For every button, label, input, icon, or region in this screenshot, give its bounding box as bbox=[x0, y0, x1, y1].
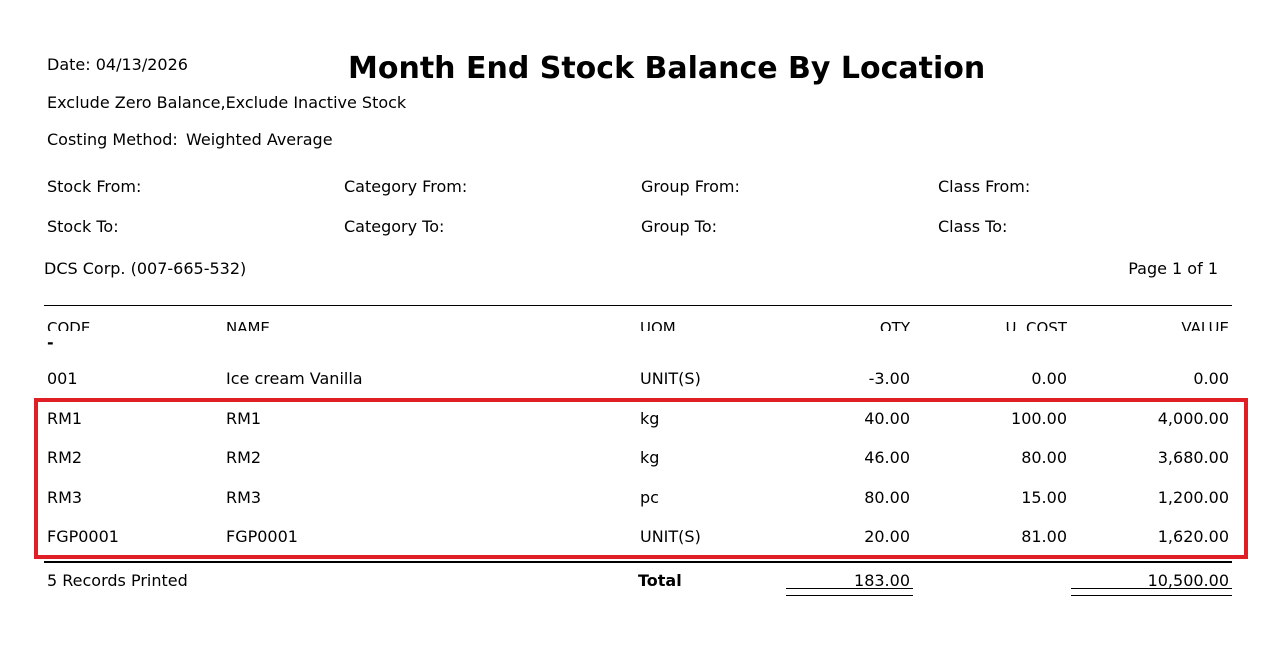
costing-method-label: Costing Method: bbox=[47, 130, 178, 149]
col-header-qty: QTY bbox=[879, 319, 910, 331]
costing-method-value: Weighted Average bbox=[186, 130, 333, 149]
records-printed: 5 Records Printed bbox=[47, 571, 188, 590]
report-title: Month End Stock Balance By Location bbox=[348, 51, 986, 86]
group-from-label: Group From: bbox=[641, 177, 740, 196]
total-qty-underline bbox=[786, 588, 913, 589]
company-name: DCS Corp. (007-665-532) bbox=[44, 259, 247, 278]
class-from-label: Class From: bbox=[938, 177, 1031, 196]
class-to-label: Class To: bbox=[938, 217, 1008, 236]
group-to-label: Group To: bbox=[641, 217, 718, 236]
total-qty-double-underline bbox=[786, 595, 913, 596]
table-row-uom: UNIT(S) bbox=[640, 369, 701, 388]
header-divider bbox=[44, 305, 1232, 306]
col-header-name: NAME bbox=[226, 319, 270, 331]
page-indicator: Page 1 of 1 bbox=[1128, 259, 1218, 278]
col-header-uom: UOM bbox=[640, 319, 676, 331]
report-date: Date: 04/13/2026 bbox=[47, 55, 188, 74]
category-from-label: Category From: bbox=[344, 177, 468, 196]
header-dash: - bbox=[47, 333, 54, 352]
stock-from-label: Stock From: bbox=[47, 177, 142, 196]
col-header-ucost: U. COST bbox=[1005, 319, 1067, 331]
table-row-qty: -3.00 bbox=[868, 369, 910, 388]
table-row-code: 001 bbox=[47, 369, 78, 388]
total-value-double-underline bbox=[1071, 595, 1232, 596]
highlight-box bbox=[34, 398, 1248, 559]
footer-divider bbox=[44, 561, 1232, 563]
table-row-value: 0.00 bbox=[1193, 369, 1229, 388]
col-header-code: CODE bbox=[47, 319, 91, 331]
total-label: Total bbox=[638, 571, 682, 590]
col-header-value: VALUE bbox=[1181, 319, 1229, 331]
category-to-label: Category To: bbox=[344, 217, 445, 236]
table-row-ucost: 0.00 bbox=[1031, 369, 1067, 388]
filter-line: Exclude Zero Balance,Exclude Inactive St… bbox=[47, 93, 407, 112]
total-value-underline bbox=[1071, 588, 1232, 589]
stock-to-label: Stock To: bbox=[47, 217, 119, 236]
table-row-name: Ice cream Vanilla bbox=[226, 369, 363, 388]
